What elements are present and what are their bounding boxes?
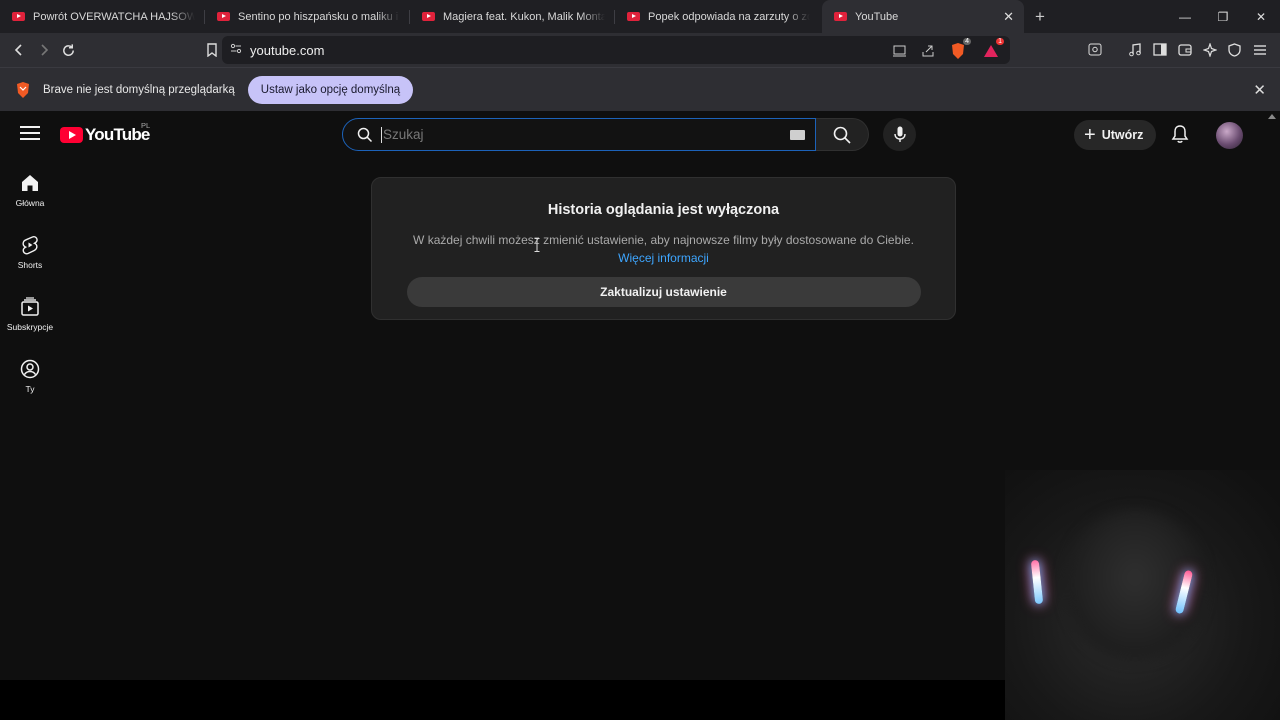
home-icon	[22, 175, 38, 191]
infobar-message: Brave nie jest domyślną przeglądarką	[43, 83, 235, 96]
search-icon	[833, 126, 851, 144]
close-tab-icon[interactable]: ✕	[1003, 9, 1014, 25]
wallet-icon[interactable]	[1172, 37, 1197, 62]
window-controls: — ❐ ✕	[1166, 0, 1280, 33]
browser-tab[interactable]: Popek odpowiada na zarzuty o zoofilię	[615, 0, 820, 33]
set-default-browser-button[interactable]: Ustaw jako opcję domyślną	[247, 75, 414, 104]
tab-title: YouTube	[855, 10, 899, 23]
default-browser-infobar: Brave nie jest domyślną przeglądarką Ust…	[0, 67, 1280, 111]
minimize-icon[interactable]: —	[1166, 0, 1204, 33]
sidebar-item-you[interactable]: Ty	[0, 343, 60, 405]
history-card-description: W każdej chwili możesz zmienić ustawieni…	[413, 233, 914, 247]
youtube-play-icon	[60, 127, 83, 143]
search-button[interactable]	[816, 118, 869, 151]
close-window-icon[interactable]: ✕	[1242, 0, 1280, 33]
youtube-favicon-icon	[12, 12, 25, 21]
webcam-overlay	[1005, 470, 1280, 720]
subscriptions-icon	[21, 297, 39, 316]
browser-tab[interactable]: Sentino po hiszpańsku o maliku i Trum	[205, 0, 410, 33]
browser-tab-active[interactable]: YouTube ✕	[822, 0, 1024, 33]
new-tab-button[interactable]: +	[1024, 0, 1056, 33]
shorts-icon	[22, 236, 38, 255]
site-info-icon[interactable]	[230, 41, 242, 59]
rewards-badge: 1	[996, 38, 1004, 45]
menu-icon[interactable]	[1247, 37, 1272, 62]
guide-menu-icon[interactable]	[20, 126, 40, 142]
search-bar	[342, 118, 916, 151]
shields-badge: 4	[963, 38, 971, 45]
mini-guide: Główna Shorts Subskrypcje Ty	[0, 157, 60, 405]
learn-more-link[interactable]: Więcej informacji	[618, 251, 709, 265]
sidebar-item-label: Subskrypcje	[6, 322, 54, 332]
browser-tab[interactable]: Magiera feat. Kukon, Malik Montana	[410, 0, 615, 33]
brave-rewards-icon[interactable]: 1	[976, 38, 1006, 63]
address-bar-actions: 4 1	[887, 38, 1006, 63]
leo-ai-icon[interactable]	[1197, 37, 1222, 62]
neon-light-left	[1030, 559, 1044, 605]
browser-toolbar: youtube.com 4 1	[0, 33, 1280, 67]
tab-title: Magiera feat. Kukon, Malik Montana	[443, 10, 605, 23]
tab-title: Sentino po hiszpańsku o maliku i Trum	[238, 10, 400, 23]
taskbar-area	[0, 680, 1005, 720]
close-infobar-icon[interactable]: ✕	[1253, 81, 1266, 99]
create-button[interactable]: + Utwórz	[1074, 120, 1157, 150]
sidebar-item-label: Shorts	[17, 260, 43, 270]
tab-title: Powrót OVERWATCHA HAJSOWNIKÓW	[33, 10, 195, 23]
back-icon[interactable]	[6, 38, 31, 63]
share-icon[interactable]	[915, 38, 940, 63]
bookmark-icon[interactable]	[199, 38, 224, 63]
watch-history-off-card: Historia oglądania jest wyłączona W każd…	[371, 177, 956, 320]
browser-tab[interactable]: Powrót OVERWATCHA HAJSOWNIKÓW	[0, 0, 205, 33]
youtube-favicon-icon	[834, 12, 847, 21]
keyboard-icon[interactable]	[790, 130, 805, 140]
sidebar-item-label: Główna	[15, 198, 45, 208]
toolbar-extensions	[1082, 37, 1272, 62]
cast-icon[interactable]	[887, 38, 912, 63]
update-setting-button[interactable]: Zaktualizuj ustawienie	[406, 277, 921, 307]
youtube-favicon-icon	[422, 12, 435, 21]
youtube-header: YouTube PL + Utwórz	[0, 111, 1280, 157]
region-code: PL	[141, 121, 151, 130]
sidebar-item-shorts[interactable]: Shorts	[0, 219, 60, 281]
avatar[interactable]	[1216, 122, 1243, 149]
vpn-shield-icon[interactable]	[1222, 37, 1247, 62]
youtube-logo[interactable]: YouTube PL	[60, 121, 150, 145]
search-box[interactable]	[342, 118, 816, 151]
brave-logo-icon	[17, 81, 29, 98]
brave-shields-icon[interactable]: 4	[943, 38, 973, 63]
reload-icon[interactable]	[56, 38, 81, 63]
you-icon	[20, 359, 40, 379]
tab-strip: Powrót OVERWATCHA HAJSOWNIKÓW Sentino po…	[0, 0, 1280, 33]
history-card-title: Historia oglądania jest wyłączona	[547, 202, 780, 218]
microphone-icon	[893, 126, 906, 142]
text-cursor-icon	[534, 238, 540, 252]
search-input[interactable]	[381, 126, 771, 143]
plus-icon: +	[1084, 124, 1096, 146]
create-label: Utwórz	[1101, 128, 1144, 142]
screenshot-icon[interactable]	[1082, 37, 1107, 62]
youtube-favicon-icon	[627, 12, 640, 21]
sidebar-item-label: Ty	[25, 384, 35, 394]
forward-icon[interactable]	[31, 38, 56, 63]
url-text: youtube.com	[250, 42, 325, 58]
voice-search-button[interactable]	[883, 118, 916, 151]
youtube-favicon-icon	[217, 12, 230, 21]
search-icon	[357, 127, 373, 142]
sidebar-item-home[interactable]: Główna	[0, 157, 60, 219]
address-bar[interactable]: youtube.com 4 1	[222, 36, 1010, 64]
sidebar-item-subscriptions[interactable]: Subskrypcje	[0, 281, 60, 343]
sidebar-toggle-icon[interactable]	[1147, 37, 1172, 62]
media-music-icon[interactable]	[1122, 37, 1147, 62]
youtube-wordmark: YouTube	[85, 125, 150, 144]
restore-icon[interactable]: ❐	[1204, 0, 1242, 33]
notifications-bell-icon[interactable]	[1170, 124, 1190, 144]
tab-title: Popek odpowiada na zarzuty o zoofilię	[648, 10, 810, 23]
